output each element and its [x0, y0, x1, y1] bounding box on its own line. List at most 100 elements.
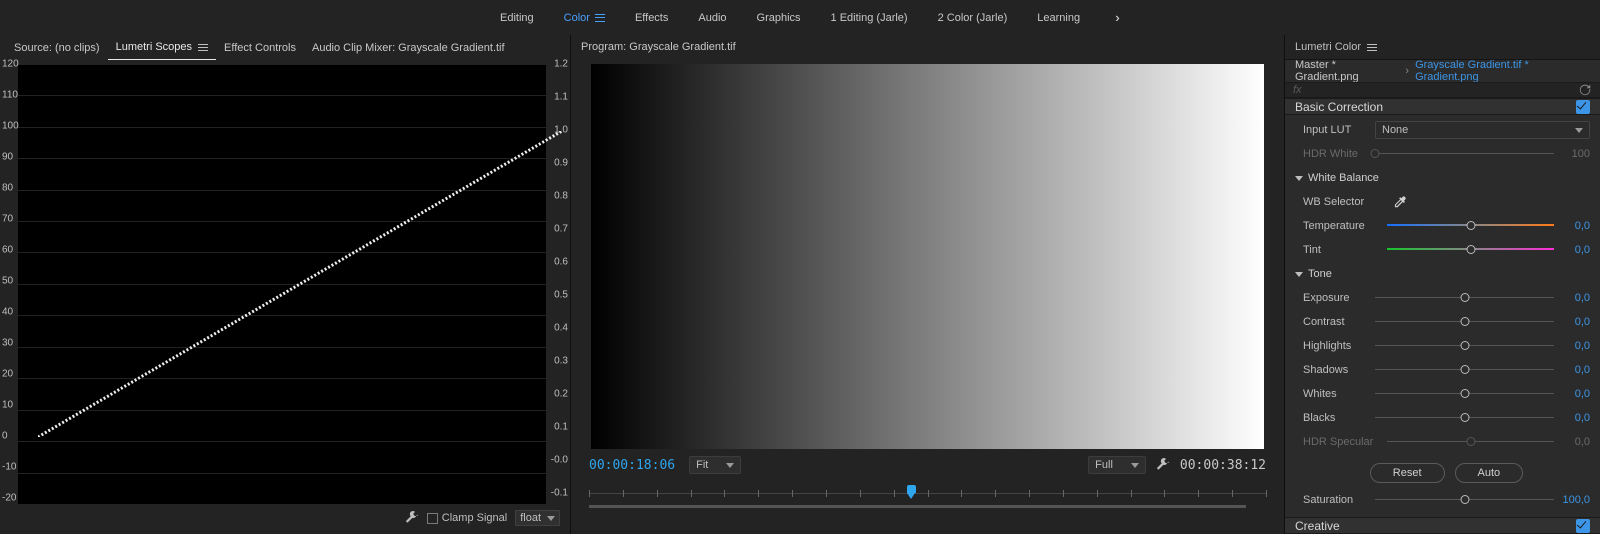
program-title: Program: Grayscale Gradient.tif — [581, 41, 736, 53]
scope-right-tick: 0.9 — [554, 158, 568, 169]
reset-icon[interactable] — [1578, 83, 1592, 97]
tint-slider[interactable] — [1387, 243, 1554, 257]
scope-right-tick: 1.2 — [554, 59, 568, 70]
duration-timecode: 00:00:38:12 — [1180, 458, 1266, 473]
section-toggle-checkbox[interactable] — [1576, 100, 1590, 114]
panel-menu-icon[interactable] — [595, 14, 605, 22]
reset-button[interactable]: Reset — [1370, 463, 1445, 483]
position-timecode[interactable]: 00:00:18:06 — [589, 458, 675, 473]
scope-left-tick: 10 — [2, 400, 13, 411]
video-frame[interactable] — [591, 64, 1264, 449]
exposure-label: Exposure — [1303, 292, 1369, 304]
auto-label: Auto — [1478, 467, 1501, 479]
tone-subheader[interactable]: Tone — [1295, 265, 1590, 283]
scope-left-tick: -10 — [2, 462, 16, 473]
tint-label: Tint — [1303, 244, 1381, 256]
whites-slider[interactable] — [1375, 387, 1554, 401]
whites-value[interactable]: 0,0 — [1560, 388, 1590, 400]
settings-wrench-icon[interactable] — [1156, 458, 1170, 472]
blacks-row: Blacks0,0 — [1303, 409, 1590, 427]
wb-selector-row: WB Selector — [1303, 193, 1590, 211]
main-body: Source: (no clips) Lumetri Scopes Effect… — [0, 35, 1600, 534]
shadows-slider[interactable] — [1375, 363, 1554, 377]
hdr-specular-row: HDR Specular0,0 — [1303, 433, 1590, 451]
exposure-slider[interactable] — [1375, 291, 1554, 305]
saturation-value[interactable]: 100,0 — [1560, 494, 1590, 506]
master-clip-label[interactable]: Master * Gradient.png — [1295, 60, 1399, 83]
saturation-row: Saturation 100,0 — [1303, 491, 1590, 509]
input-lut-row: Input LUT None — [1303, 121, 1590, 139]
highlights-slider[interactable] — [1375, 339, 1554, 353]
white-balance-subheader[interactable]: White Balance — [1295, 169, 1590, 187]
highlights-value[interactable]: 0,0 — [1560, 340, 1590, 352]
saturation-label: Saturation — [1303, 494, 1369, 506]
section-toggle-checkbox[interactable] — [1576, 519, 1590, 533]
workspace-color[interactable]: Color — [549, 0, 620, 35]
shadows-label: Shadows — [1303, 364, 1369, 376]
workspace-label: Editing — [500, 12, 534, 24]
tab-audio-clip-mixer[interactable]: Audio Clip Mixer: Grayscale Gradient.tif — [304, 35, 513, 60]
scope-left-tick: 110 — [2, 90, 18, 101]
scope-right-tick: 0.4 — [554, 323, 568, 334]
contrast-slider[interactable] — [1375, 315, 1554, 329]
workspace-audio[interactable]: Audio — [683, 0, 741, 35]
temperature-value[interactable]: 0,0 — [1560, 220, 1590, 232]
waveform-trace — [38, 131, 562, 437]
panel-menu-icon[interactable] — [1367, 44, 1377, 51]
workspace-custom-1[interactable]: 1 Editing (Jarle) — [816, 0, 923, 35]
scope-left-tick: 20 — [2, 369, 13, 380]
scope-left-tick: 50 — [2, 276, 13, 287]
tab-label: Source: (no clips) — [14, 42, 100, 54]
whites-label: Whites — [1303, 388, 1369, 400]
auto-button[interactable]: Auto — [1455, 463, 1524, 483]
highlights-label: Highlights — [1303, 340, 1369, 352]
workspace-editing[interactable]: Editing — [485, 0, 549, 35]
workspace-graphics[interactable]: Graphics — [742, 0, 816, 35]
resolution-dropdown[interactable]: Full — [1088, 456, 1146, 474]
contrast-value[interactable]: 0,0 — [1560, 316, 1590, 328]
scope-left-tick: 30 — [2, 338, 13, 349]
blacks-slider[interactable] — [1375, 411, 1554, 425]
scope-right-tick: 1.1 — [554, 92, 568, 103]
clamp-signal-checkbox[interactable]: Clamp Signal — [427, 512, 507, 524]
tint-value[interactable]: 0,0 — [1560, 244, 1590, 256]
workspace-label: Effects — [635, 12, 668, 24]
chevron-down-icon — [1575, 128, 1583, 133]
saturation-slider[interactable] — [1375, 493, 1554, 507]
section-basic-correction[interactable]: Basic Correction — [1285, 98, 1600, 115]
scope-left-tick: 90 — [2, 152, 13, 163]
program-header: Program: Grayscale Gradient.tif — [571, 35, 1284, 59]
panel-menu-icon[interactable] — [198, 44, 208, 51]
scale-mode-dropdown[interactable]: float — [515, 510, 560, 526]
workspace-label: 2 Color (Jarle) — [938, 12, 1008, 24]
temperature-slider[interactable] — [1387, 219, 1554, 233]
workspace-label: 1 Editing (Jarle) — [831, 12, 908, 24]
tab-label: Effect Controls — [224, 42, 296, 54]
zoom-fit-dropdown[interactable]: Fit — [689, 456, 741, 474]
tone-buttons: Reset Auto — [1303, 463, 1590, 483]
lumetri-body: Master * Gradient.png › Grayscale Gradie… — [1285, 60, 1600, 534]
chevron-down-icon — [1131, 463, 1139, 468]
scope-right-tick: 0.2 — [554, 389, 568, 400]
tab-source[interactable]: Source: (no clips) — [6, 35, 108, 60]
lumetri-header: Lumetri Color — [1285, 35, 1600, 60]
timeline-ruler[interactable] — [589, 483, 1266, 508]
input-lut-dropdown[interactable]: None — [1375, 121, 1590, 139]
workspace-effects[interactable]: Effects — [620, 0, 683, 35]
shadows-value[interactable]: 0,0 — [1560, 364, 1590, 376]
exposure-row: Exposure 0,0 — [1303, 289, 1590, 307]
workspace-learning[interactable]: Learning — [1022, 0, 1095, 35]
tab-effect-controls[interactable]: Effect Controls — [216, 35, 304, 60]
scope-left-tick: 70 — [2, 214, 13, 225]
workspace-custom-2[interactable]: 2 Color (Jarle) — [923, 0, 1023, 35]
sequence-clip-label[interactable]: Grayscale Gradient.tif * Gradient.png — [1415, 60, 1590, 83]
tab-lumetri-scopes[interactable]: Lumetri Scopes — [108, 35, 216, 60]
blacks-value[interactable]: 0,0 — [1560, 412, 1590, 424]
hdr-specular-slider — [1387, 435, 1554, 449]
settings-wrench-icon[interactable] — [405, 511, 419, 525]
eyedropper-icon[interactable] — [1393, 195, 1407, 209]
exposure-value[interactable]: 0,0 — [1560, 292, 1590, 304]
playhead[interactable] — [907, 485, 916, 499]
workspace-overflow-icon[interactable]: ›› — [1115, 10, 1116, 25]
section-creative[interactable]: Creative — [1285, 517, 1600, 534]
